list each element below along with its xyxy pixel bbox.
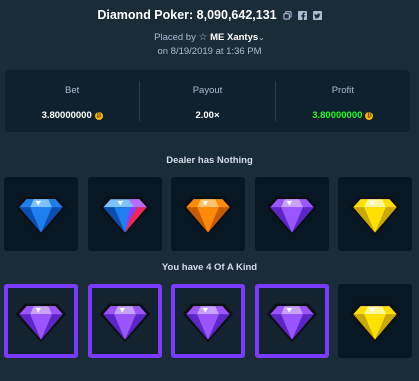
dealer-card-5: [338, 177, 412, 251]
purple-gem-icon: [99, 303, 151, 343]
bet-value-row: 3.80000000 ₿: [42, 110, 103, 121]
player-card-3: [171, 284, 245, 358]
player-hand-label: You have 4 Of A Kind: [161, 262, 258, 273]
chevron-down-icon[interactable]: ⌄: [258, 33, 265, 42]
blue-red-gem-icon: [99, 196, 151, 236]
dealer-card-4: [255, 177, 329, 251]
purple-gem-icon: [266, 196, 318, 236]
yellow-gem-icon: [349, 196, 401, 236]
dealer-card-2: [88, 177, 162, 251]
bet-date: on 8/19/2019 at 1:36 PM: [157, 46, 262, 57]
payout-value: 2.00×: [195, 110, 220, 121]
purple-gem-icon: [182, 303, 234, 343]
player-hand: [0, 284, 419, 358]
dealer-hand: [0, 177, 419, 251]
twitter-icon[interactable]: [312, 10, 322, 20]
placed-by-line: Placed by ☆ ME Xantys⌄: [0, 32, 419, 43]
payout-label: Payout: [192, 85, 223, 96]
bet-label: Bet: [65, 85, 80, 96]
dealer-card-3: [171, 177, 245, 251]
player-card-2: [88, 284, 162, 358]
profit-label: Profit: [331, 85, 354, 96]
placed-by-label: Placed by: [154, 32, 196, 43]
profit-stat: Profit 3.80000000 ₿: [276, 81, 410, 121]
btc-coin-icon: ₿: [94, 111, 103, 120]
payout-stat: Payout 2.00×: [140, 81, 276, 121]
dealer-hand-label: Dealer has Nothing: [166, 155, 253, 166]
copy-icon[interactable]: [282, 10, 292, 20]
yellow-gem-icon: [349, 303, 401, 343]
profit-value: 3.80000000: [312, 110, 363, 121]
bet-value: 3.80000000: [41, 110, 92, 121]
profit-value-row: 3.80000000 ₿: [312, 110, 374, 121]
star-icon: ☆: [198, 32, 208, 43]
game-header: Diamond Poker: 8,090,642,131: [0, 5, 419, 25]
btc-coin-icon: ₿: [365, 111, 374, 120]
player-card-4: [255, 284, 329, 358]
purple-gem-icon: [15, 303, 67, 343]
orange-gem-icon: [182, 196, 234, 236]
facebook-icon[interactable]: [297, 10, 307, 20]
purple-gem-icon: [266, 303, 318, 343]
bet-stats-panel: Bet 3.80000000 ₿ Payout 2.00× Profit 3.8…: [5, 70, 410, 132]
bet-stat: Bet 3.80000000 ₿: [5, 81, 141, 121]
player-card-5: [338, 284, 412, 358]
player-card-1: [4, 284, 78, 358]
blue-gem-icon: [15, 196, 67, 236]
game-title: Diamond Poker: 8,090,642,131: [97, 8, 277, 22]
username-link[interactable]: ME Xantys: [210, 32, 258, 43]
dealer-card-1: [4, 177, 78, 251]
